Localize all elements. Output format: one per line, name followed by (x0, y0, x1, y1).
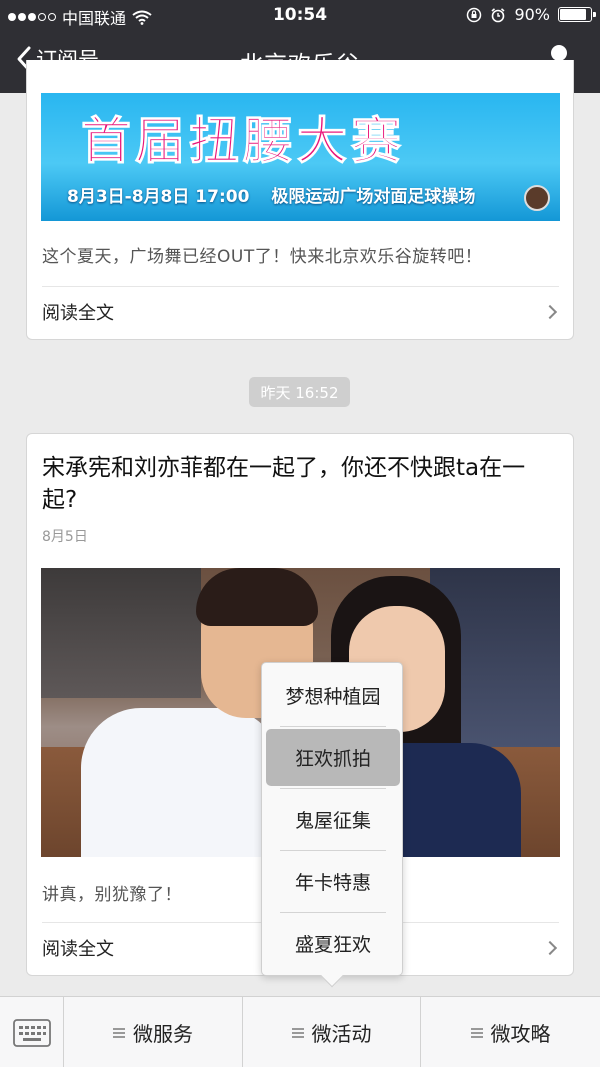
banner-info: 8月3日-8月8日 17:00 极限运动广场对面足球操场 (67, 182, 475, 207)
tab-micro-guide[interactable]: 微攻略 (421, 997, 600, 1067)
menu-divider (280, 850, 386, 851)
status-bar: 中国联通 10:54 90% (0, 0, 600, 30)
menu-item-haunted-house[interactable]: 鬼屋征集 (266, 791, 400, 848)
menu-item-dream-garden[interactable]: 梦想种植园 (266, 667, 400, 724)
menu-item-summer-carnival[interactable]: 盛夏狂欢 (266, 915, 400, 972)
banner-headline: 首届扭腰大赛 (81, 111, 405, 171)
article-description: 讲真，别犹豫了！ (42, 885, 182, 905)
banner-location: 极限运动广场对面足球操场 (271, 187, 476, 207)
submenu-popup: 梦想种植园 狂欢抓拍 鬼屋征集 年卡特惠 盛夏狂欢 (261, 662, 403, 988)
photo-background (41, 568, 201, 698)
menu-divider (280, 726, 386, 727)
hamburger-icon (291, 1027, 304, 1038)
battery-percent: 90% (514, 5, 550, 24)
rotation-lock-icon (467, 7, 482, 22)
photo-man (81, 708, 281, 857)
keyboard-icon (12, 1018, 51, 1047)
read-more-label: 阅读全文 (42, 302, 114, 324)
menu-item-carnival-snapshot[interactable]: 狂欢抓拍 (266, 729, 400, 786)
menu-divider (280, 912, 386, 913)
article-headline: 宋承宪和刘亦菲都在一起了，你还不快跟ta在一起? (42, 455, 526, 513)
read-more-link[interactable]: 阅读全文 (42, 286, 559, 336)
alarm-icon (491, 7, 505, 22)
chevron-right-icon (542, 940, 558, 955)
keyboard-toggle-button[interactable] (0, 997, 64, 1067)
status-right: 90% (466, 5, 596, 24)
timestamp-badge: 昨天 16:52 (249, 377, 350, 407)
banner-dates: 8月3日-8月8日 17:00 (67, 187, 250, 207)
article-description: 这个夏天，广场舞已经OUT了！快来北京欢乐谷旋转吧！ (42, 247, 483, 267)
tab-label: 微活动 (311, 1022, 372, 1046)
tab-label: 微攻略 (490, 1022, 551, 1046)
photo-man-hair (196, 568, 318, 626)
menu-item-annual-pass[interactable]: 年卡特惠 (266, 853, 400, 910)
chevron-right-icon (542, 304, 558, 319)
article-date: 8月5日 (42, 529, 88, 545)
football-icon (524, 185, 550, 211)
hamburger-icon (470, 1027, 483, 1038)
article-card-1[interactable]: 首届扭腰大赛 8月3日-8月8日 17:00 极限运动广场对面足球操场 这个夏天… (26, 60, 574, 340)
battery-icon (558, 7, 596, 22)
tab-micro-service[interactable]: 微服务 (64, 997, 243, 1067)
article-banner-image[interactable]: 首届扭腰大赛 8月3日-8月8日 17:00 极限运动广场对面足球操场 (41, 93, 560, 221)
bottom-menu-bar: 微服务 微活动 微攻略 (0, 996, 600, 1067)
menu-divider (280, 788, 386, 789)
tab-micro-activity[interactable]: 微活动 (243, 997, 421, 1067)
hamburger-icon (113, 1027, 125, 1038)
tab-label: 微服务 (133, 1022, 193, 1046)
read-more-label: 阅读全文 (42, 938, 114, 960)
